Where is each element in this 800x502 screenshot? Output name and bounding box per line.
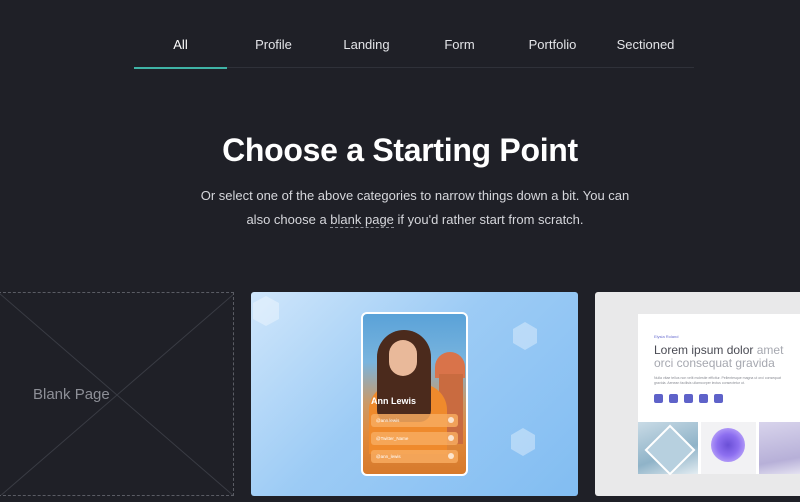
mail-icon <box>654 394 663 403</box>
landing-social-icons <box>654 394 723 403</box>
landing-image-abstract <box>759 422 800 474</box>
hexagon-decoration <box>511 428 535 456</box>
profile-link-3: @ann_lewis <box>371 450 458 463</box>
tab-profile[interactable]: Profile <box>227 26 320 68</box>
profile-preview-phone: Ann Lewis @ann.lewis @Twitter_Name @ann_… <box>361 312 468 476</box>
youtube-icon <box>714 394 723 403</box>
hexagon-decoration <box>513 322 537 350</box>
facebook-icon <box>684 394 693 403</box>
subtitle-text-after: if you'd rather start from scratch. <box>393 212 584 227</box>
landing-image-architecture <box>638 422 698 474</box>
tab-sectioned[interactable]: Sectioned <box>599 26 692 68</box>
blank-page-link[interactable]: blank page <box>330 212 394 228</box>
tab-form[interactable]: Form <box>413 26 506 68</box>
flower-shape <box>711 428 745 462</box>
landing-preview: Elysia Roland Lorem ipsum dolor amet orci… <box>638 314 800 474</box>
profile-link-1-text: @ann.lewis <box>376 418 400 423</box>
landing-title: Lorem ipsum dolor amet orci consequat gra… <box>654 344 800 370</box>
tab-portfolio[interactable]: Portfolio <box>506 26 599 68</box>
person-face <box>389 340 417 376</box>
profile-link-2-text: @Twitter_Name <box>376 436 409 441</box>
landing-eyebrow: Elysia Roland <box>654 334 679 339</box>
profile-link-3-text: @ann_lewis <box>376 454 401 459</box>
hexagon-decoration <box>253 296 279 326</box>
blank-page-template-card[interactable]: Blank Page <box>0 292 234 496</box>
link-icon <box>448 435 454 441</box>
page-subtitle: Or select one of the above categories to… <box>200 184 630 232</box>
link-icon <box>448 417 454 423</box>
landing-title-muted-2: orci consequat gravida <box>654 356 775 370</box>
instagram-icon <box>669 394 678 403</box>
tab-landing[interactable]: Landing <box>320 26 413 68</box>
landing-title-muted: amet <box>756 343 784 357</box>
profile-link-1: @ann.lewis <box>371 414 458 427</box>
landing-template-card[interactable]: Elysia Roland Lorem ipsum dolor amet orci… <box>595 292 800 496</box>
linkedin-icon <box>699 394 708 403</box>
landing-body-text: Nulla vitae tellus non velit molestie ef… <box>654 376 781 385</box>
category-tabs: All Profile Landing Form Portfolio Secti… <box>134 26 694 69</box>
profile-name: Ann Lewis <box>371 396 417 406</box>
blank-page-label: Blank Page <box>33 386 110 403</box>
landing-title-main: Lorem ipsum dolor <box>654 343 754 357</box>
profile-template-card[interactable]: Ann Lewis @ann.lewis @Twitter_Name @ann_… <box>251 292 578 496</box>
landing-image-flower <box>701 422 756 474</box>
tab-all[interactable]: All <box>134 26 227 69</box>
link-icon <box>448 453 454 459</box>
profile-link-2: @Twitter_Name <box>371 432 458 445</box>
page-title: Choose a Starting Point <box>222 132 578 168</box>
